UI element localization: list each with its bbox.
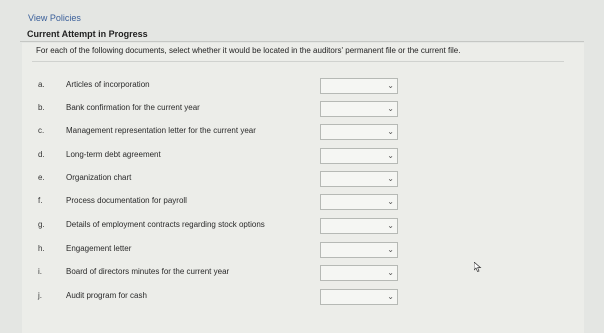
item-description: Articles of incorporation [66,80,150,89]
chevron-down-icon: ⌄ [387,127,394,136]
item-letter: d. [38,150,45,159]
item-description: Bank confirmation for the current year [66,103,200,112]
item-description: Management representation letter for the… [66,126,256,135]
item-row-b: b. Bank confirmation for the current yea… [0,101,604,119]
item-description: Long-term debt agreement [66,150,161,159]
file-type-select[interactable]: ⌄ [320,101,398,117]
item-row-h: h. Engagement letter ⌄ [0,242,604,260]
attempt-status: Current Attempt in Progress [27,29,148,39]
item-row-i: i. Board of directors minutes for the cu… [0,265,604,283]
chevron-down-icon: ⌄ [387,151,394,160]
item-letter: a. [38,80,45,89]
file-type-select[interactable]: ⌄ [320,194,398,210]
chevron-down-icon: ⌄ [387,174,394,183]
item-row-a: a. Articles of incorporation ⌄ [0,78,604,96]
item-letter: j. [38,291,42,300]
item-letter: g. [38,220,45,229]
item-row-f: f. Process documentation for payroll ⌄ [0,194,604,212]
item-row-e: e. Organization chart ⌄ [0,171,604,189]
item-row-g: g. Details of employment contracts regar… [0,218,604,236]
chevron-down-icon: ⌄ [387,81,394,90]
item-description: Engagement letter [66,244,132,253]
divider [20,41,584,42]
divider [32,61,564,62]
file-type-select[interactable]: ⌄ [320,148,398,164]
item-description: Process documentation for payroll [66,196,187,205]
item-description: Audit program for cash [66,291,147,300]
chevron-down-icon: ⌄ [387,245,394,254]
item-row-d: d. Long-term debt agreement ⌄ [0,148,604,166]
file-type-select[interactable]: ⌄ [320,78,398,94]
item-row-j: j. Audit program for cash ⌄ [0,289,604,307]
item-description: Board of directors minutes for the curre… [66,267,230,276]
page: View Policies Current Attempt in Progres… [0,0,604,333]
item-letter: c. [38,126,45,135]
item-description: Details of employment contracts regardin… [66,220,265,229]
item-description: Organization chart [66,173,132,182]
chevron-down-icon: ⌄ [387,197,394,206]
file-type-select[interactable]: ⌄ [320,124,398,140]
question-instructions: For each of the following documents, sel… [36,46,461,55]
mouse-pointer-icon [474,262,482,272]
file-type-select[interactable]: ⌄ [320,289,398,305]
chevron-down-icon: ⌄ [387,292,394,301]
file-type-select[interactable]: ⌄ [320,171,398,187]
item-letter: i. [38,267,42,276]
item-letter: f. [38,196,43,205]
item-letter: h. [38,244,45,253]
chevron-down-icon: ⌄ [387,268,394,277]
chevron-down-icon: ⌄ [387,221,394,230]
view-policies-link[interactable]: View Policies [28,13,81,23]
item-row-c: c. Management representation letter for … [0,124,604,142]
chevron-down-icon: ⌄ [387,104,394,113]
item-letter: b. [38,103,45,112]
file-type-select[interactable]: ⌄ [320,218,398,234]
file-type-select[interactable]: ⌄ [320,265,398,281]
file-type-select[interactable]: ⌄ [320,242,398,258]
item-letter: e. [38,173,45,182]
